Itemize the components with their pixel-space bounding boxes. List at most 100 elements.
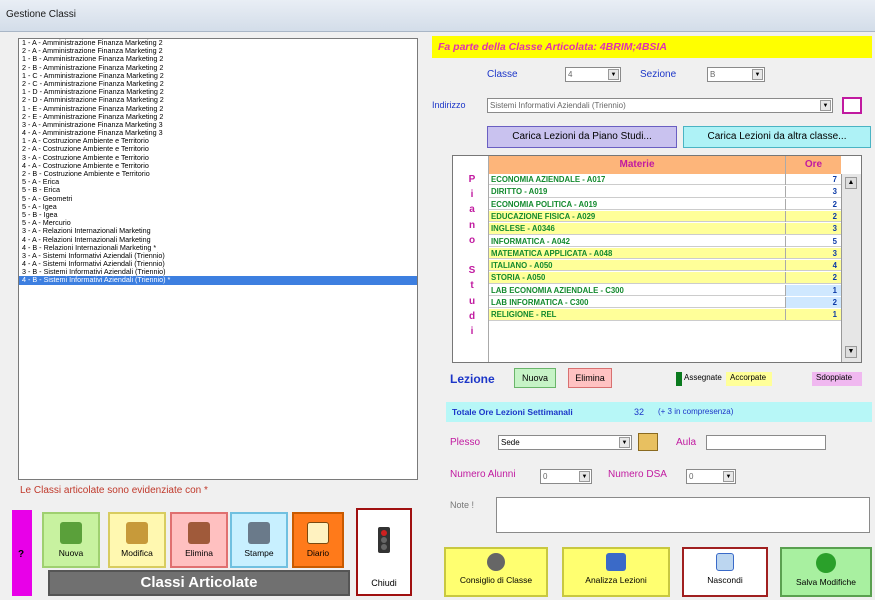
plesso-select[interactable]: Sede ▼ (498, 435, 632, 450)
close-button[interactable]: Chiudi (356, 508, 412, 596)
class-list-item[interactable]: 5 - A - Erica (19, 177, 417, 186)
new-class-button[interactable]: Nuova (42, 512, 100, 568)
subject-row[interactable]: LAB INFORMATICA - C300 2 (489, 297, 841, 309)
vertical-label-letter: P (468, 174, 476, 185)
class-list-item[interactable]: 5 - A - Igea (19, 202, 417, 211)
subject-hours: 2 (785, 210, 841, 222)
scroll-down-icon[interactable]: ▼ (845, 346, 857, 358)
add-users-icon (60, 522, 82, 544)
subject-name: ECONOMIA POLITICA - A019 (491, 199, 598, 209)
class-list-item[interactable]: 5 - A - Geometri (19, 194, 417, 203)
class-list-item[interactable]: 4 - B - Sistemi Informativi Aziendali (T… (19, 276, 417, 285)
classe-label: Classe (487, 69, 518, 80)
articulated-classes-button[interactable]: Classi Articolate (48, 570, 350, 596)
indirizzo-select[interactable]: Sistemi Informativi Aziendali (Triennio)… (487, 98, 833, 113)
building-icon[interactable] (638, 433, 658, 451)
legend-sdoppiate-label: Sdoppiate (816, 373, 853, 382)
class-list[interactable]: 1 - A - Amministrazione Finanza Marketin… (18, 38, 418, 480)
subject-row[interactable]: EDUCAZIONE FISICA - A029 2 (489, 210, 841, 223)
save-changes-button[interactable]: Salva Modifiche (780, 547, 872, 597)
indirizzo-label: Indirizzo (432, 100, 466, 110)
numero-dsa-label: Numero DSA (608, 469, 667, 480)
note-label: Note ! (450, 500, 475, 510)
edit-users-icon (126, 522, 148, 544)
subject-row[interactable]: INFORMATICA - A042 5 (489, 235, 841, 247)
subject-hours: 3 (785, 247, 841, 259)
indirizzo-details-button[interactable] (842, 97, 862, 114)
hide-button[interactable]: Nascondi (682, 547, 768, 597)
diary-button[interactable]: Diario (292, 512, 344, 568)
traffic-light-icon (378, 527, 390, 553)
help-button[interactable]: ? (12, 510, 32, 596)
subject-row[interactable]: DIRITTO - A019 3 (489, 186, 841, 198)
subject-row[interactable]: ECONOMIA POLITICA - A019 2 (489, 198, 841, 210)
legend-accorpate-label: Accorpate (730, 373, 767, 382)
subject-hours: 2 (785, 297, 841, 308)
weekly-hours-value: 32 (634, 407, 645, 417)
subject-hours: 2 (785, 272, 841, 284)
vertical-label-letter: u (468, 295, 476, 307)
print-button[interactable]: Stampe (230, 512, 288, 568)
class-list-item[interactable]: 5 - B - Igea (19, 210, 417, 219)
class-council-button[interactable]: Consiglio di Classe (444, 547, 548, 597)
remove-users-icon (188, 522, 210, 544)
legend-assegnate-label: Assegnate (684, 373, 722, 382)
numero-alunni-label: Numero Alunni (450, 469, 516, 480)
subject-name: INFORMATICA - A042 (491, 236, 570, 246)
edit-class-button[interactable]: Modifica (108, 512, 166, 568)
vertical-label-letter: d (468, 310, 476, 322)
class-list-item[interactable]: 5 - B - Erica (19, 186, 417, 194)
grid-scrollbar[interactable]: ▲ ▼ (841, 174, 861, 362)
subject-row[interactable]: LAB ECONOMIA AZIENDALE - C300 1 (489, 284, 841, 297)
calendar-icon (307, 522, 329, 544)
delete-class-button[interactable]: Elimina (170, 512, 228, 568)
subject-row[interactable]: INGLESE - A0346 3 (489, 223, 841, 235)
analyze-lessons-button[interactable]: Analizza Lezioni (562, 547, 670, 597)
new-lesson-button[interactable]: Nuova (514, 368, 556, 388)
materie-column-header[interactable]: Materie (489, 156, 785, 174)
subject-row[interactable]: RELIGIONE - REL 1 (489, 309, 841, 321)
chevron-down-icon: ▼ (619, 437, 630, 448)
subject-row[interactable]: ECONOMIA AZIENDALE - A017 7 (489, 174, 841, 186)
classe-select[interactable]: 4 ▼ (565, 67, 621, 82)
articulated-class-banner: Fa parte della Classe Articolata: 4BRIM;… (432, 36, 872, 58)
numero-alunni-select[interactable]: 0 ▼ (540, 469, 592, 484)
subject-row[interactable]: STORIA - A050 2 (489, 272, 841, 284)
vertical-label-letter: i (470, 189, 474, 201)
aula-label: Aula (676, 437, 697, 448)
people-icon (487, 553, 505, 571)
window-titlebar: Gestione Classi (0, 0, 875, 32)
vertical-label-letter: o (468, 234, 476, 246)
aula-input[interactable] (706, 435, 826, 450)
legend-assegnate-swatch (676, 372, 682, 386)
chevron-down-icon: ▼ (723, 471, 734, 482)
subject-name: DIRITTO - A019 (491, 187, 548, 197)
subject-name: ITALIANO - A050 (491, 261, 553, 271)
chevron-down-icon: ▼ (752, 69, 763, 80)
note-textarea[interactable] (496, 497, 870, 533)
chevron-down-icon: ▼ (608, 69, 619, 80)
subject-hours: 1 (785, 284, 841, 296)
chevron-down-icon: ▼ (820, 100, 831, 111)
numero-dsa-select[interactable]: 0 ▼ (686, 469, 736, 484)
subject-hours: 3 (785, 186, 841, 198)
subjects-grid[interactable]: PianoStudi Materie Ore ECONOMIA AZIENDAL… (452, 155, 862, 363)
ore-column-header[interactable]: Ore (785, 156, 841, 174)
class-list-item[interactable]: 2 - B - Costruzione Ambiente e Territori… (19, 169, 417, 178)
subject-hours: 1 (785, 309, 841, 321)
scroll-up-icon[interactable]: ▲ (845, 177, 857, 189)
checkmark-icon (816, 553, 836, 573)
subject-row[interactable]: MATEMATICA APPLICATA - A048 3 (489, 247, 841, 260)
delete-lesson-button[interactable]: Elimina (568, 368, 612, 388)
subject-name: LAB INFORMATICA - C300 (491, 298, 589, 307)
sezione-select[interactable]: B ▼ (707, 67, 765, 82)
subject-name: RELIGIONE - REL (491, 310, 557, 320)
subject-name: EDUCAZIONE FISICA - A029 (491, 211, 596, 221)
subject-row[interactable]: ITALIANO - A050 4 (489, 260, 841, 272)
grid-header: Materie Ore (489, 156, 841, 174)
lesson-toolbar: Lezione Nuova Elimina Assegnate Accorpat… (446, 366, 872, 394)
load-from-other-class-button[interactable]: Carica Lezioni da altra classe... (683, 126, 871, 148)
subject-hours: 3 (785, 223, 841, 235)
load-from-study-plan-button[interactable]: Carica Lezioni da Piano Studi... (487, 126, 677, 148)
vertical-label-letter: i (470, 326, 474, 337)
